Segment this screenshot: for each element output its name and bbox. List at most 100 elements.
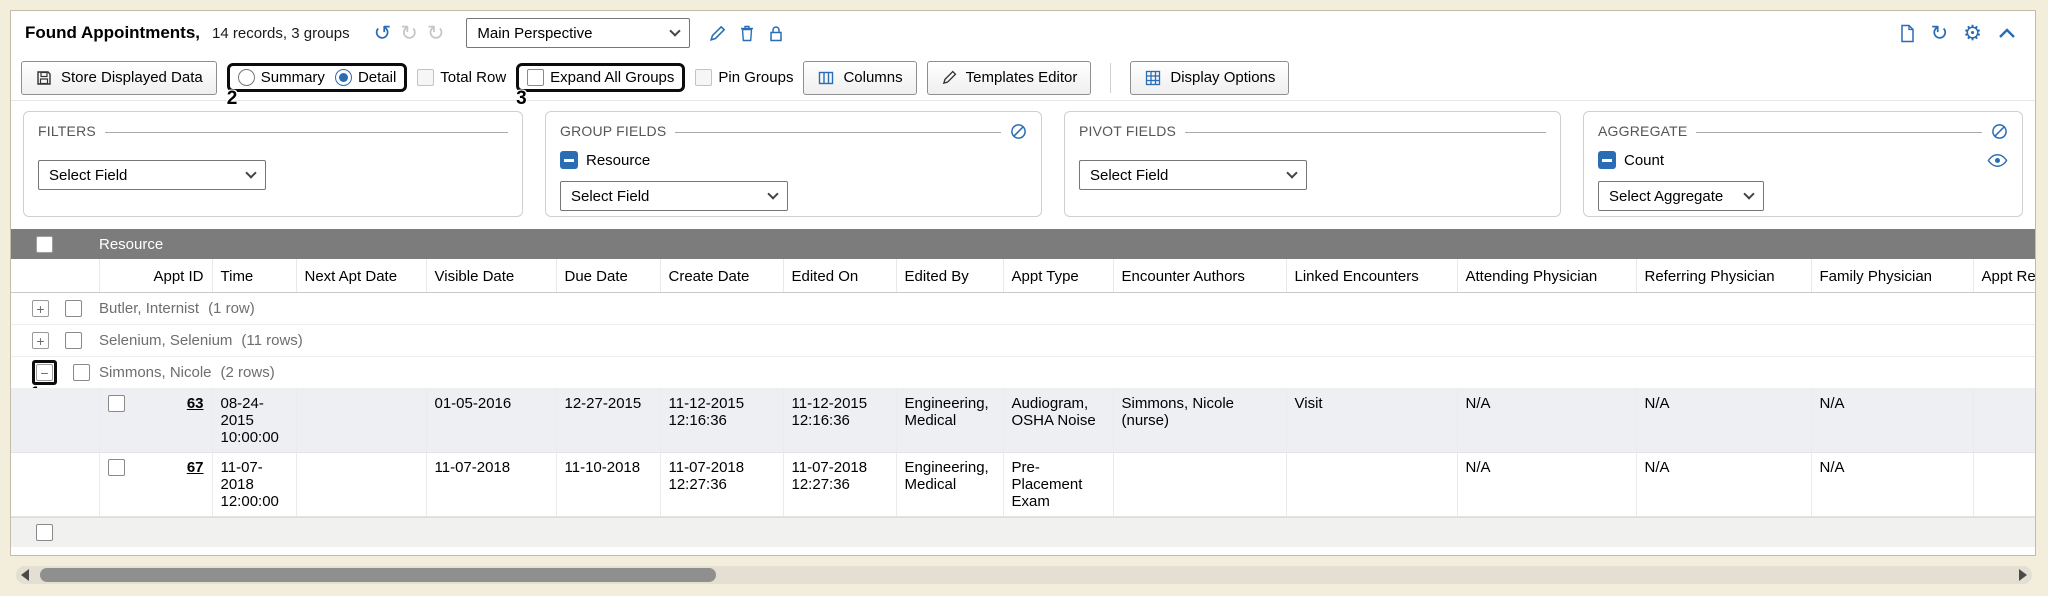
pivot-field-select[interactable]: Select Field [1079,160,1307,190]
document-icon[interactable] [1898,23,1916,44]
column-header-create-date[interactable]: Create Date [660,259,783,293]
cell-referring-physician: N/A [1636,453,1811,517]
gear-icon[interactable]: ⚙ [1963,23,1982,44]
group-row-simmons: 1 Simmons, Nicole(2 rows) [11,357,2035,389]
clear-group-fields-icon[interactable] [1010,123,1027,140]
annotation-box-3: Expand All Groups 3 [516,63,685,92]
column-header-attending-physician[interactable]: Attending Physician [1457,259,1636,293]
annotation-number-3: 3 [516,88,527,110]
cell-create-date: 11-12-2015 12:16:36 [660,389,783,453]
clear-aggregate-icon[interactable] [1991,123,2008,140]
group-checkbox[interactable] [65,332,82,349]
summary-radio[interactable] [238,69,255,86]
group-fields-rule [675,132,1001,133]
appt-id-link[interactable]: 63 [187,395,204,412]
edit-perspective-icon[interactable] [708,24,727,43]
column-header-appt-re[interactable]: Appt Re [1973,259,2035,293]
cell-appt-id: 63 [99,389,212,453]
row-checkbox[interactable] [108,459,125,476]
annotation-box-1: 1 [32,360,57,385]
cell-next-apt-date [296,453,426,517]
count-aggregate-label: Count [1624,152,1664,169]
filters-panel: FILTERS Select Field [23,111,523,217]
appt-id-link[interactable]: 67 [187,459,204,476]
toolbar-divider [1110,63,1111,93]
column-header-visible-date[interactable]: Visible Date [426,259,556,293]
display-options-button[interactable]: Display Options [1130,61,1289,95]
delete-perspective-icon[interactable] [738,23,756,43]
column-header-linked-encounters[interactable]: Linked Encounters [1286,259,1457,293]
column-header-edited-on[interactable]: Edited On [783,259,896,293]
columns-icon [817,69,835,87]
column-header-next-apt-date[interactable]: Next Apt Date [296,259,426,293]
horizontal-scrollbar[interactable] [16,566,2032,584]
collapse-panel-icon[interactable] [1997,26,2017,40]
refresh-icon[interactable]: ↻ [1931,23,1949,44]
expand-all-groups-checkbox[interactable] [527,69,544,86]
column-header-due-date[interactable]: Due Date [556,259,660,293]
undo-icon[interactable]: ↺ [374,23,392,44]
expand-group-icon[interactable] [32,300,49,317]
cell-linked-encounters [1286,453,1457,517]
store-displayed-data-button[interactable]: Store Displayed Data [21,61,217,95]
column-header-referring-physician[interactable]: Referring Physician [1636,259,1811,293]
column-header-family-physician[interactable]: Family Physician [1811,259,1973,293]
row-checkbox[interactable] [108,395,125,412]
grid-icon [1144,69,1162,87]
column-header-time[interactable]: Time [212,259,296,293]
cell-create-date: 11-07-2018 12:27:36 [660,453,783,517]
filters-field-select[interactable]: Select Field [38,160,266,190]
chevron-down-icon [245,167,256,178]
aggregate-select[interactable]: Select Aggregate [1598,181,1764,211]
cell-family-physician: N/A [1811,453,1973,517]
column-header-appt-type[interactable]: Appt Type [1003,259,1113,293]
resource-field-remove-icon[interactable] [560,151,578,169]
group-row-selenium: Selenium, Selenium(11 rows) [11,325,2035,357]
footer-checkbox[interactable] [36,524,53,541]
filters-field-value: Select Field [49,167,127,184]
appointments-table: Appt ID Time Next Apt Date Visible Date … [11,259,2035,517]
cell-encounter-authors [1113,453,1286,517]
collapse-group-icon[interactable] [36,364,53,381]
scroll-right-arrow-icon[interactable] [2019,569,2027,581]
group-checkbox[interactable] [65,300,82,317]
group-field-select[interactable]: Select Field [560,181,788,211]
scroll-left-arrow-icon[interactable] [21,569,29,581]
templates-editor-button[interactable]: Templates Editor [927,61,1092,95]
templates-editor-label: Templates Editor [966,69,1078,86]
resource-group-bar: Resource [11,229,2035,259]
cell-time: 08-24-2015 10:00:00 [212,389,296,453]
cell-encounter-authors: Simmons, Nicole (nurse) [1113,389,1286,453]
lock-icon[interactable] [767,24,785,43]
columns-button[interactable]: Columns [803,61,916,95]
display-options-label: Display Options [1170,69,1275,86]
query-panels: FILTERS Select Field GROUP FIELDS Resour… [11,101,2035,229]
cell-next-apt-date [296,389,426,453]
select-all-checkbox[interactable] [36,236,53,253]
perspective-select[interactable]: Main Perspective [466,18,690,48]
redo-icon[interactable]: ↻ [400,23,418,44]
total-row-checkbox[interactable] [417,69,434,86]
pin-groups-checkbox[interactable] [695,69,712,86]
group-checkbox[interactable] [73,364,90,381]
eye-icon[interactable] [1987,153,2008,168]
cell-appt-re [1973,389,2035,453]
cell-visible-date: 01-05-2016 [426,389,556,453]
group-bar-label: Resource [99,236,163,253]
cell-edited-by: Engineering, Medical [896,389,1003,453]
expand-group-icon[interactable] [32,332,49,349]
group-fields-panel: GROUP FIELDS Resource Select Field [545,111,1042,217]
group-name: Butler, Internist [99,300,199,317]
cell-due-date: 11-10-2018 [556,453,660,517]
column-header-encounter-authors[interactable]: Encounter Authors [1113,259,1286,293]
reset-icon[interactable]: ↻ [427,23,445,44]
column-header-appt-id[interactable]: Appt ID [99,259,212,293]
table-row: 63 08-24-2015 10:00:00 01-05-2016 12-27-… [11,389,2035,453]
column-header-edited-by[interactable]: Edited By [896,259,1003,293]
aggregate-title: AGGREGATE [1598,123,1687,139]
detail-radio[interactable] [335,69,352,86]
count-aggregate-remove-icon[interactable] [1598,151,1616,169]
scrollbar-thumb[interactable] [40,568,716,582]
cell-appt-id: 67 [99,453,212,517]
table-footer-row [11,517,2035,547]
